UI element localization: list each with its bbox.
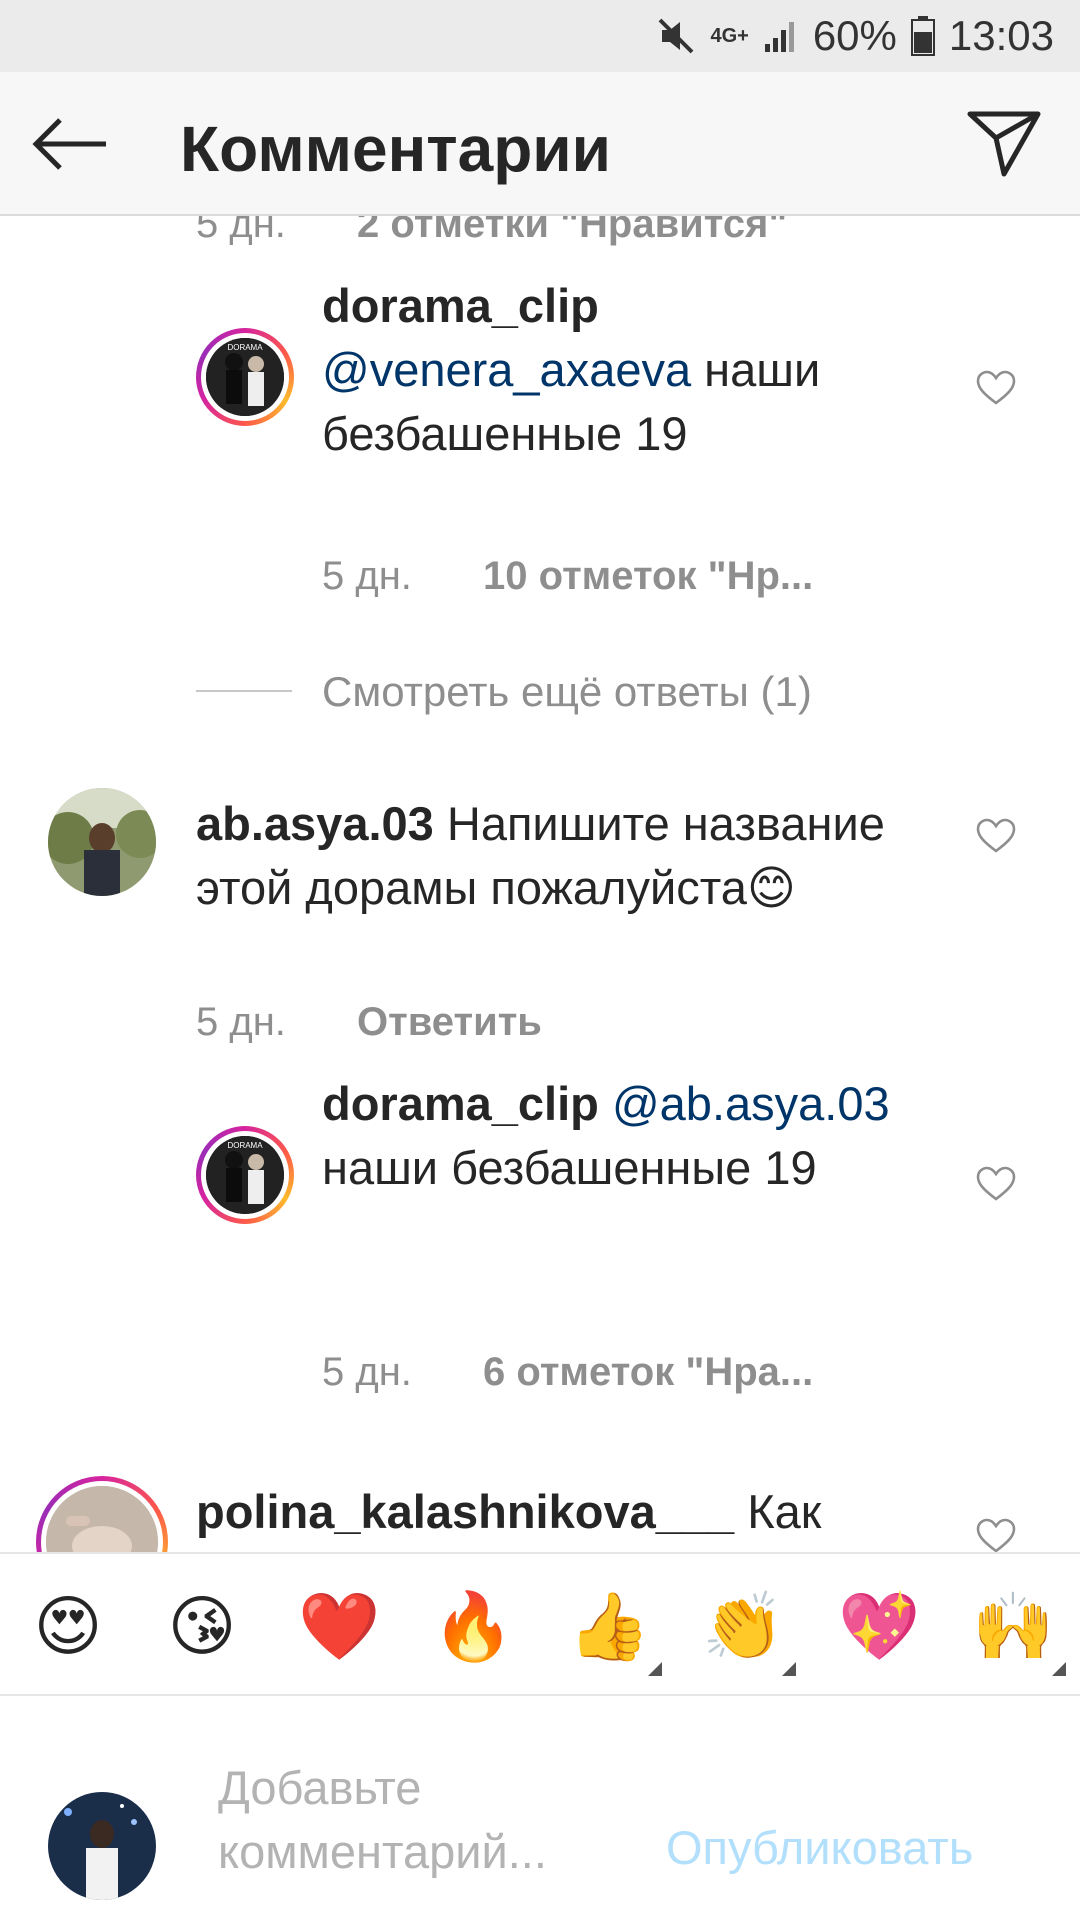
battery-icon: [910, 16, 935, 56]
emoji-clap[interactable]: 👏: [702, 1586, 796, 1676]
reply-button[interactable]: Ответить: [357, 1000, 542, 1044]
mute-icon: [656, 16, 696, 56]
battery-percent: 60%: [812, 12, 897, 59]
emoji-raised-hands[interactable]: 🙌: [972, 1586, 1066, 1676]
view-more-replies[interactable]: Смотреть ещё ответы (1): [322, 668, 812, 716]
comment-text: polina_kalashnikova___ Как: [196, 1480, 956, 1544]
reply-text: dorama_clip @ab.asya.03 наши безбашенные…: [322, 1072, 962, 1200]
signal-icon: [763, 18, 799, 54]
comment-meta: 5 дн. 2 отметки "Нравится": [196, 216, 787, 247]
comments-list[interactable]: 5 дн. 2 отметки "Нравится" DORAMA dorama…: [0, 216, 1080, 1552]
comment-composer: Добавьте комментарий... Опубликовать: [0, 1696, 1080, 1920]
like-count[interactable]: 10 отметок "Нр...: [483, 554, 813, 598]
emoji-heart-eyes[interactable]: 😍: [28, 1586, 108, 1666]
publish-button[interactable]: Опубликовать: [666, 1820, 973, 1875]
comment-username[interactable]: ab.asya.03: [196, 797, 434, 850]
comment-meta: 5 дн. Ответить: [196, 1000, 542, 1045]
clock: 13:03: [948, 12, 1054, 59]
avatar[interactable]: DORAMA: [196, 328, 294, 426]
comment-username[interactable]: dorama_clip: [322, 279, 599, 332]
reply-text: dorama_clip @venera_axaeva наши безбашен…: [322, 274, 942, 466]
avatar[interactable]: DORAMA: [196, 1126, 294, 1224]
comment-time: 5 дн.: [196, 216, 286, 246]
emoji-kiss[interactable]: 😘: [162, 1586, 242, 1666]
comment-username[interactable]: dorama_clip: [322, 1077, 599, 1130]
emoji-thumbs-up[interactable]: 👍: [568, 1586, 662, 1676]
emoji-red-heart[interactable]: ❤️: [298, 1586, 380, 1666]
avatar[interactable]: [36, 1476, 168, 1552]
heart-icon[interactable]: [976, 1166, 1016, 1202]
emoji-clap-glyph: 👏: [702, 1589, 785, 1663]
svg-text:DORAMA: DORAMA: [227, 1141, 263, 1150]
emoji-thumbs-up-glyph: 👍: [568, 1589, 651, 1663]
divider: [196, 690, 292, 692]
emoji-raised-hands-glyph: 🙌: [972, 1589, 1055, 1663]
my-avatar: [48, 1792, 156, 1900]
mention-link[interactable]: @ab.asya.03: [612, 1077, 890, 1130]
network-type-icon: 4G+: [710, 24, 749, 47]
page-title: Комментарии: [180, 113, 611, 185]
emoji-fire[interactable]: 🔥: [432, 1586, 514, 1666]
app-header: Комментарии: [0, 72, 1080, 216]
comment-body: Как: [734, 1485, 822, 1538]
comment-input[interactable]: Добавьте комментарий...: [218, 1756, 638, 1884]
avatar[interactable]: [48, 788, 156, 896]
send-icon[interactable]: [964, 108, 1044, 178]
svg-text:DORAMA: DORAMA: [227, 343, 263, 352]
heart-icon[interactable]: [976, 370, 1016, 406]
skin-tone-indicator: [1052, 1662, 1066, 1676]
comment-body: наши безбашенные 19: [322, 1141, 817, 1194]
emoji-quick-bar: 😍 😘 ❤️ 🔥 👍 👏 💖 🙌: [0, 1552, 1080, 1696]
comment-time: 5 дн.: [322, 1350, 412, 1394]
status-bar: 4G+ 60% 13:03: [0, 0, 1080, 72]
comment-time: 5 дн.: [322, 554, 412, 598]
heart-icon[interactable]: [976, 818, 1016, 854]
skin-tone-indicator: [648, 1662, 662, 1676]
like-count[interactable]: 2 отметки "Нравится": [357, 216, 787, 246]
like-count[interactable]: 6 отметок "Нра...: [483, 1350, 813, 1394]
back-arrow-icon[interactable]: [30, 114, 110, 174]
comment-text: ab.asya.03 Напишите название этой дорамы…: [196, 792, 916, 920]
mention-link[interactable]: @venera_axaeva: [322, 343, 691, 396]
comment-username[interactable]: polina_kalashnikova___: [196, 1485, 734, 1538]
comment-meta: 5 дн. 6 отметок "Нра...: [322, 1350, 813, 1395]
skin-tone-indicator: [782, 1662, 796, 1676]
comment-meta: 5 дн. 10 отметок "Нр...: [322, 554, 813, 599]
comment-time: 5 дн.: [196, 1000, 286, 1044]
heart-icon[interactable]: [976, 1518, 1016, 1552]
emoji-sparkling-heart[interactable]: 💖: [838, 1586, 920, 1666]
